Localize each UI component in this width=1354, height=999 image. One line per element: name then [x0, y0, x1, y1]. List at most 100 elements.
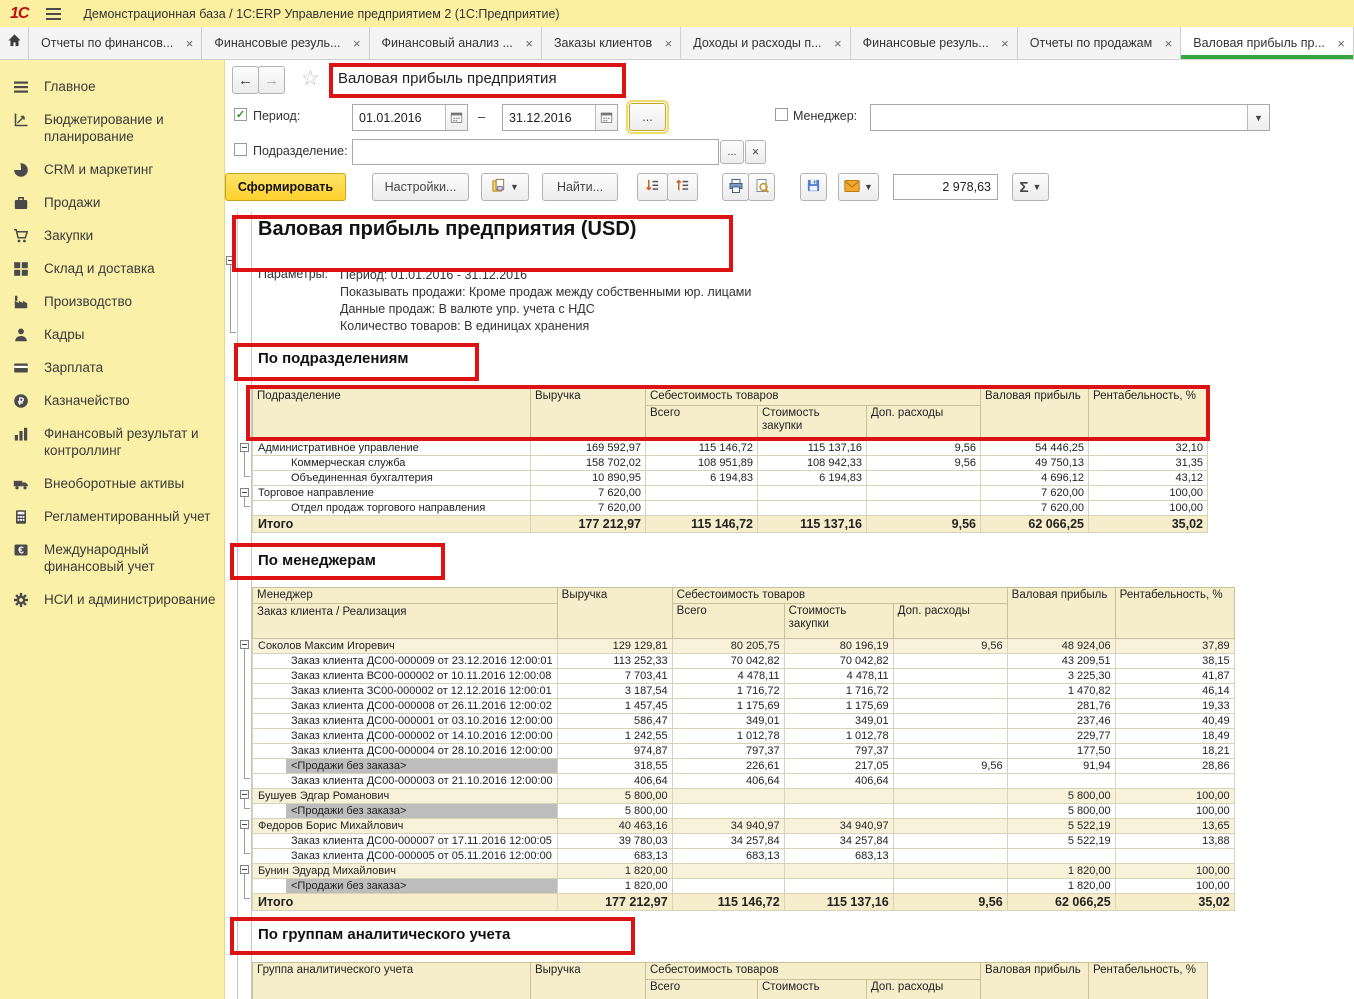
tab-close-icon[interactable]: ×: [525, 36, 533, 51]
cell-value[interactable]: 7 620,00: [531, 486, 646, 501]
main-menu-icon[interactable]: [46, 8, 61, 20]
cell-value[interactable]: 43 209,51: [1007, 654, 1115, 669]
cell-value[interactable]: [893, 729, 1007, 744]
cell-value[interactable]: 1 470,82: [1007, 684, 1115, 699]
cell-value[interactable]: 1 175,69: [672, 699, 784, 714]
cell-value[interactable]: 35,02: [1115, 894, 1234, 911]
table-row[interactable]: Коммерческая служба158 702,02108 951,891…: [253, 456, 1208, 471]
cell-value[interactable]: 1 820,00: [1007, 879, 1115, 894]
cell-value[interactable]: 80 196,19: [784, 639, 893, 654]
sidebar-item[interactable]: Продажи: [0, 186, 224, 219]
cell-value[interactable]: 177,50: [1007, 744, 1115, 759]
cell-value[interactable]: [893, 699, 1007, 714]
cell-value[interactable]: [893, 774, 1007, 789]
sidebar-item[interactable]: Кадры: [0, 318, 224, 351]
cell-value[interactable]: 6 194,83: [646, 471, 758, 486]
table-row[interactable]: Заказ клиента ВС00-000002 от 10.11.2016 …: [253, 669, 1235, 684]
cell-value[interactable]: [893, 804, 1007, 819]
table-row[interactable]: Федоров Борис Михайлович40 463,1634 940,…: [253, 819, 1235, 834]
cell-value[interactable]: [893, 879, 1007, 894]
table-row[interactable]: Заказ клиента ДС00-000008 от 26.11.2016 …: [253, 699, 1235, 714]
cell-value[interactable]: 797,37: [784, 744, 893, 759]
cell-value[interactable]: 115 137,16: [758, 441, 867, 456]
cell-value[interactable]: 49 750,13: [981, 456, 1089, 471]
table-row[interactable]: Заказ клиента ДС00-000005 от 05.11.2016 …: [253, 849, 1235, 864]
cell-value[interactable]: 7 703,41: [557, 669, 672, 684]
cell-value[interactable]: 9,56: [867, 441, 981, 456]
cell-value[interactable]: 37,89: [1115, 639, 1234, 654]
cell-value[interactable]: 39 780,03: [557, 834, 672, 849]
cell-value[interactable]: [646, 501, 758, 516]
cell-value[interactable]: 586,47: [557, 714, 672, 729]
department-clear-button[interactable]: ×: [745, 140, 766, 164]
cell-value[interactable]: 3 187,54: [557, 684, 672, 699]
cell-value[interactable]: [672, 864, 784, 879]
chevron-down-icon[interactable]: ▼: [1247, 105, 1269, 130]
cell-value[interactable]: [784, 789, 893, 804]
cell-value[interactable]: 18,49: [1115, 729, 1234, 744]
sidebar-item[interactable]: Регламентированный учет: [0, 500, 224, 533]
report-variants-button[interactable]: ▼: [481, 173, 529, 201]
tab-3[interactable]: Финансовый анализ ...×: [370, 27, 542, 59]
cell-value[interactable]: 158 702,02: [531, 456, 646, 471]
cell-value[interactable]: [893, 819, 1007, 834]
calendar-icon[interactable]: [595, 105, 617, 130]
cell-value[interactable]: 34 940,97: [784, 819, 893, 834]
cell-value[interactable]: 115 146,72: [646, 516, 758, 533]
cell-value[interactable]: 34 257,84: [784, 834, 893, 849]
manager-checkbox[interactable]: [775, 108, 788, 121]
cell-value[interactable]: 34 257,84: [672, 834, 784, 849]
cell-value[interactable]: 226,61: [672, 759, 784, 774]
cell-value[interactable]: 5 522,19: [1007, 834, 1115, 849]
cell-value[interactable]: 19,33: [1115, 699, 1234, 714]
cell-value[interactable]: 229,77: [1007, 729, 1115, 744]
tab-1[interactable]: Отчеты по финансов...×: [29, 27, 202, 59]
tab-close-icon[interactable]: ×: [1001, 36, 1009, 51]
period-from-input[interactable]: 01.01.2016: [352, 104, 468, 131]
cell-value[interactable]: [784, 804, 893, 819]
cell-value[interactable]: 1 012,78: [784, 729, 893, 744]
cell-value[interactable]: [672, 789, 784, 804]
collapse-group-button[interactable]: [240, 640, 249, 649]
cell-value[interactable]: 18,21: [1115, 744, 1234, 759]
collapse-group-button[interactable]: [240, 820, 249, 829]
cell-value[interactable]: 34 940,97: [672, 819, 784, 834]
cell-value[interactable]: [893, 789, 1007, 804]
cell-value[interactable]: 349,01: [672, 714, 784, 729]
cell-value[interactable]: 62 066,25: [981, 516, 1089, 533]
table-row[interactable]: Заказ клиента ДС00-000002 от 14.10.2016 …: [253, 729, 1235, 744]
cell-value[interactable]: 683,13: [784, 849, 893, 864]
print-preview-button[interactable]: [748, 173, 775, 201]
tab-6[interactable]: Финансовые резуль...×: [851, 27, 1018, 59]
cell-value[interactable]: 1 457,45: [557, 699, 672, 714]
back-button[interactable]: ←: [232, 66, 259, 94]
cell-value[interactable]: 32,10: [1089, 441, 1208, 456]
cell-value[interactable]: 100,00: [1089, 486, 1208, 501]
tab-close-icon[interactable]: ×: [834, 36, 842, 51]
cell-value[interactable]: [893, 684, 1007, 699]
cell-value[interactable]: 113 252,33: [557, 654, 672, 669]
cell-value[interactable]: 406,64: [557, 774, 672, 789]
cell-value[interactable]: 974,87: [557, 744, 672, 759]
forward-button[interactable]: →: [258, 66, 285, 94]
cell-value[interactable]: 1 012,78: [672, 729, 784, 744]
sidebar-item[interactable]: Склад и доставка: [0, 252, 224, 285]
manager-combobox[interactable]: ▼: [870, 104, 1270, 131]
cell-value[interactable]: 80 205,75: [672, 639, 784, 654]
cell-value[interactable]: 9,56: [893, 894, 1007, 911]
cell-value[interactable]: 70 042,82: [784, 654, 893, 669]
cell-value[interactable]: 100,00: [1115, 804, 1234, 819]
table-row[interactable]: Заказ клиента ДС00-000004 от 28.10.2016 …: [253, 744, 1235, 759]
table-row[interactable]: Бунин Эдуард Михайлович1 820,001 820,001…: [253, 864, 1235, 879]
cell-value[interactable]: 5 522,19: [1007, 819, 1115, 834]
cell-value[interactable]: 100,00: [1089, 501, 1208, 516]
cell-value[interactable]: 1 242,55: [557, 729, 672, 744]
cell-value[interactable]: [1007, 774, 1115, 789]
cell-value[interactable]: 48 924,06: [1007, 639, 1115, 654]
cell-value[interactable]: 4 478,11: [672, 669, 784, 684]
table-row[interactable]: Отдел продаж торгового направления7 620,…: [253, 501, 1208, 516]
cell-value[interactable]: 9,56: [893, 759, 1007, 774]
cell-value[interactable]: 41,87: [1115, 669, 1234, 684]
cell-value[interactable]: 13,88: [1115, 834, 1234, 849]
department-input[interactable]: [352, 139, 719, 165]
